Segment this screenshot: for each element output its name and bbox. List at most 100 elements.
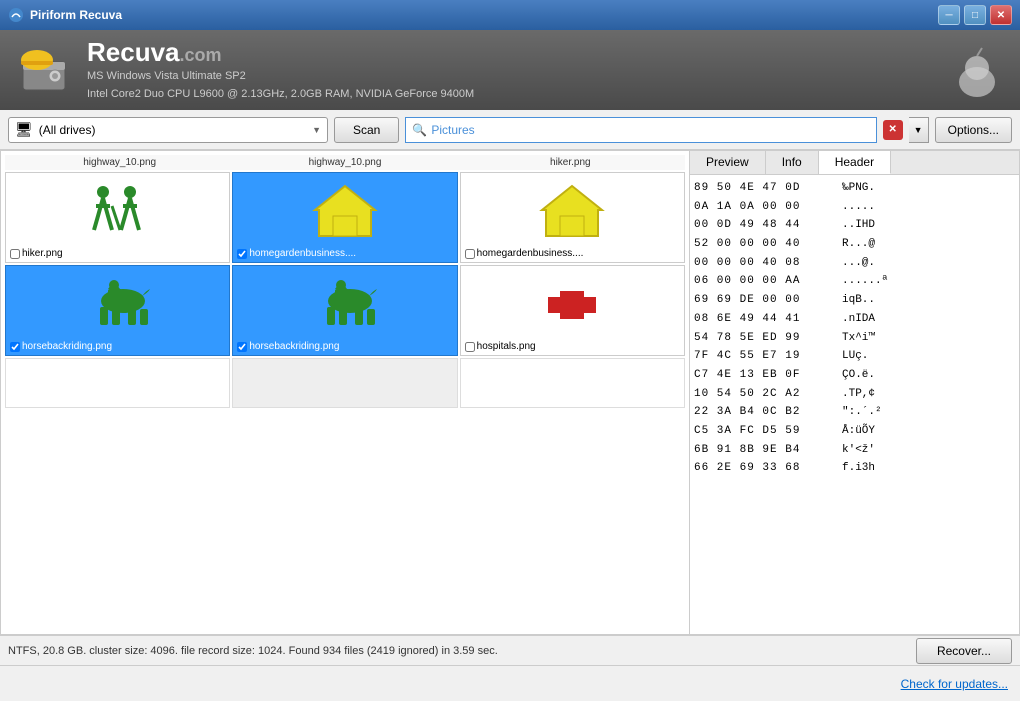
- file-item-home2[interactable]: homegardenbusiness....: [460, 172, 685, 263]
- hex-row: 66 2E 69 33 68 f.i3h: [694, 459, 1015, 478]
- file-name-home2: homegardenbusiness....: [477, 248, 584, 259]
- hex-row: C7 4E 13 EB 0FÇO.ë.: [694, 366, 1015, 385]
- hex-row: 00 0D 49 48 44..IHD: [694, 216, 1015, 235]
- maximize-button[interactable]: □: [964, 5, 986, 25]
- hex-row: 7F 4C 55 E7 19LUç.: [694, 347, 1015, 366]
- hex-row: C5 3A FC D5 59Å:üÕY: [694, 422, 1015, 441]
- file-grid-row-2: horsebackriding.png: [5, 265, 685, 356]
- hex-ascii: ......ª: [842, 272, 888, 291]
- hex-row: 89 50 4E 47 0D‰PNG.: [694, 179, 1015, 198]
- hex-row: 00 00 00 40 08...@.: [694, 254, 1015, 273]
- file-checkbox-hospitals[interactable]: [465, 342, 475, 352]
- hex-row: 69 69 DE 00 00 iqB..: [694, 291, 1015, 310]
- file-checkbox-hiker[interactable]: [10, 249, 20, 259]
- file-item-horse1[interactable]: horsebackriding.png: [5, 265, 230, 356]
- file-item-hiker[interactable]: hiker.png: [5, 172, 230, 263]
- file-grid[interactable]: highway_10.png highway_10.png hiker.png: [0, 150, 690, 635]
- status-text: NTFS, 20.8 GB. cluster size: 4096. file …: [8, 645, 498, 657]
- hex-row: 6B 91 8B 9E B4 k'<ž': [694, 441, 1015, 460]
- hex-ascii: ..IHD: [842, 216, 875, 235]
- file-label-horse1: horsebackriding.png: [8, 340, 227, 353]
- hex-ascii: iqB..: [842, 291, 875, 310]
- hex-bytes: 69 69 DE 00 00: [694, 291, 834, 310]
- app-name: Recuva.com: [87, 37, 474, 68]
- file-checkbox-home1[interactable]: [237, 249, 247, 259]
- hex-ascii: k'<ž': [842, 441, 875, 460]
- hex-row: 06 00 00 00 AA......ª: [694, 272, 1015, 291]
- toolbar: 🖥 (All drives) ▼ Scan 🔍 Pictures ✕ ▼ Opt…: [0, 110, 1020, 150]
- hex-row: 0A 1A 0A 00 00.....: [694, 198, 1015, 217]
- drive-selector[interactable]: 🖥 (All drives) ▼: [8, 117, 328, 143]
- file-label-hiker: hiker.png: [8, 247, 227, 260]
- search-icon: 🔍: [412, 123, 427, 137]
- file-name-home1: homegardenbusiness....: [249, 248, 356, 259]
- file-item-horse2[interactable]: horsebackriding.png: [232, 265, 457, 356]
- filename-col2: highway_10.png: [234, 157, 455, 168]
- scan-button[interactable]: Scan: [334, 117, 399, 143]
- hex-bytes: 66 2E 69 33 68: [694, 459, 834, 478]
- hex-row: 10 54 50 2C A2 .TP,¢: [694, 385, 1015, 404]
- app-header: Recuva.com MS Windows Vista Ultimate SP2…: [0, 30, 1020, 110]
- hex-bytes: 0A 1A 0A 00 00: [694, 198, 834, 217]
- right-panel: Preview Info Header 89 50 4E 47 0D‰PNG.0…: [690, 150, 1020, 635]
- file-item-empty2: [232, 358, 457, 408]
- options-button[interactable]: Options...: [935, 117, 1012, 143]
- hex-bytes: 08 6E 49 44 41: [694, 310, 834, 329]
- hex-row: 22 3A B4 0C B2":.´.²: [694, 403, 1015, 422]
- file-grid-row-1: hiker.png homegardenbusiness....: [5, 172, 685, 263]
- hex-bytes: 22 3A B4 0C B2: [694, 403, 834, 422]
- file-label-home2: homegardenbusiness....: [463, 247, 682, 260]
- minimize-button[interactable]: ─: [938, 5, 960, 25]
- file-grid-row-3: [5, 358, 685, 408]
- file-thumb-home2: [463, 175, 682, 245]
- file-thumb-home1: [235, 175, 454, 245]
- bottom-bar: Check for updates...: [0, 665, 1020, 701]
- file-checkbox-horse1[interactable]: [10, 342, 20, 352]
- hex-bytes: 52 00 00 00 40: [694, 235, 834, 254]
- hex-bytes: 6B 91 8B 9E B4: [694, 441, 834, 460]
- hex-ascii: Å:üÕY: [842, 422, 875, 441]
- check-updates-link[interactable]: Check for updates...: [901, 677, 1008, 691]
- system-info-line2: Intel Core2 Duo CPU L9600 @ 2.13GHz, 2.0…: [87, 86, 474, 104]
- file-item-hospitals[interactable]: hospitals.png: [460, 265, 685, 356]
- file-item-home1[interactable]: homegardenbusiness....: [232, 172, 457, 263]
- window-controls: ─ □ ✕: [938, 5, 1012, 25]
- tab-header[interactable]: Header: [819, 151, 891, 174]
- filename-col3: hiker.png: [460, 157, 681, 168]
- hex-ascii: .nIDA: [842, 310, 875, 329]
- hex-data-view: 89 50 4E 47 0D‰PNG.0A 1A 0A 00 00.....00…: [690, 175, 1019, 634]
- tab-info[interactable]: Info: [766, 151, 819, 174]
- file-label-hospitals: hospitals.png: [463, 340, 682, 353]
- hex-ascii: .....: [842, 198, 875, 217]
- hex-ascii: f.i3h: [842, 459, 875, 478]
- drive-icon: 🖥: [15, 121, 33, 138]
- status-bar: NTFS, 20.8 GB. cluster size: 4096. file …: [0, 635, 1020, 665]
- app-logo-icon: [15, 40, 75, 100]
- file-thumb-hiker: [8, 175, 227, 245]
- hex-ascii: Tx^i™: [842, 329, 875, 348]
- hex-bytes: C7 4E 13 EB 0F: [694, 366, 834, 385]
- hex-row: 54 78 5E ED 99Tx^i™: [694, 329, 1015, 348]
- filename-col1: highway_10.png: [9, 157, 230, 168]
- recover-button[interactable]: Recover...: [916, 638, 1012, 664]
- hex-bytes: 10 54 50 2C A2: [694, 385, 834, 404]
- file-name-horse2: horsebackriding.png: [249, 341, 339, 352]
- tab-preview[interactable]: Preview: [690, 151, 766, 174]
- drive-label: (All drives): [39, 123, 306, 137]
- hex-row: 08 6E 49 44 41 .nIDA: [694, 310, 1015, 329]
- hex-ascii: .TP,¢: [842, 385, 875, 404]
- file-names-header: highway_10.png highway_10.png hiker.png: [5, 155, 685, 170]
- title-bar: Piriform Recuva ─ □ ✕: [0, 0, 1020, 30]
- filter-input-box[interactable]: 🔍 Pictures: [405, 117, 876, 143]
- filter-clear-button[interactable]: ✕: [883, 120, 903, 140]
- hex-ascii: LUç.: [842, 347, 868, 366]
- hex-ascii: ...@.: [842, 254, 875, 273]
- file-checkbox-home2[interactable]: [465, 249, 475, 259]
- system-info-line1: MS Windows Vista Ultimate SP2: [87, 68, 474, 86]
- file-thumb-horse1: [8, 268, 227, 338]
- filter-dropdown-button[interactable]: ▼: [909, 117, 929, 143]
- file-checkbox-horse2[interactable]: [237, 342, 247, 352]
- close-button[interactable]: ✕: [990, 5, 1012, 25]
- file-name-horse1: horsebackriding.png: [22, 341, 112, 352]
- hex-row: 52 00 00 00 40R...@: [694, 235, 1015, 254]
